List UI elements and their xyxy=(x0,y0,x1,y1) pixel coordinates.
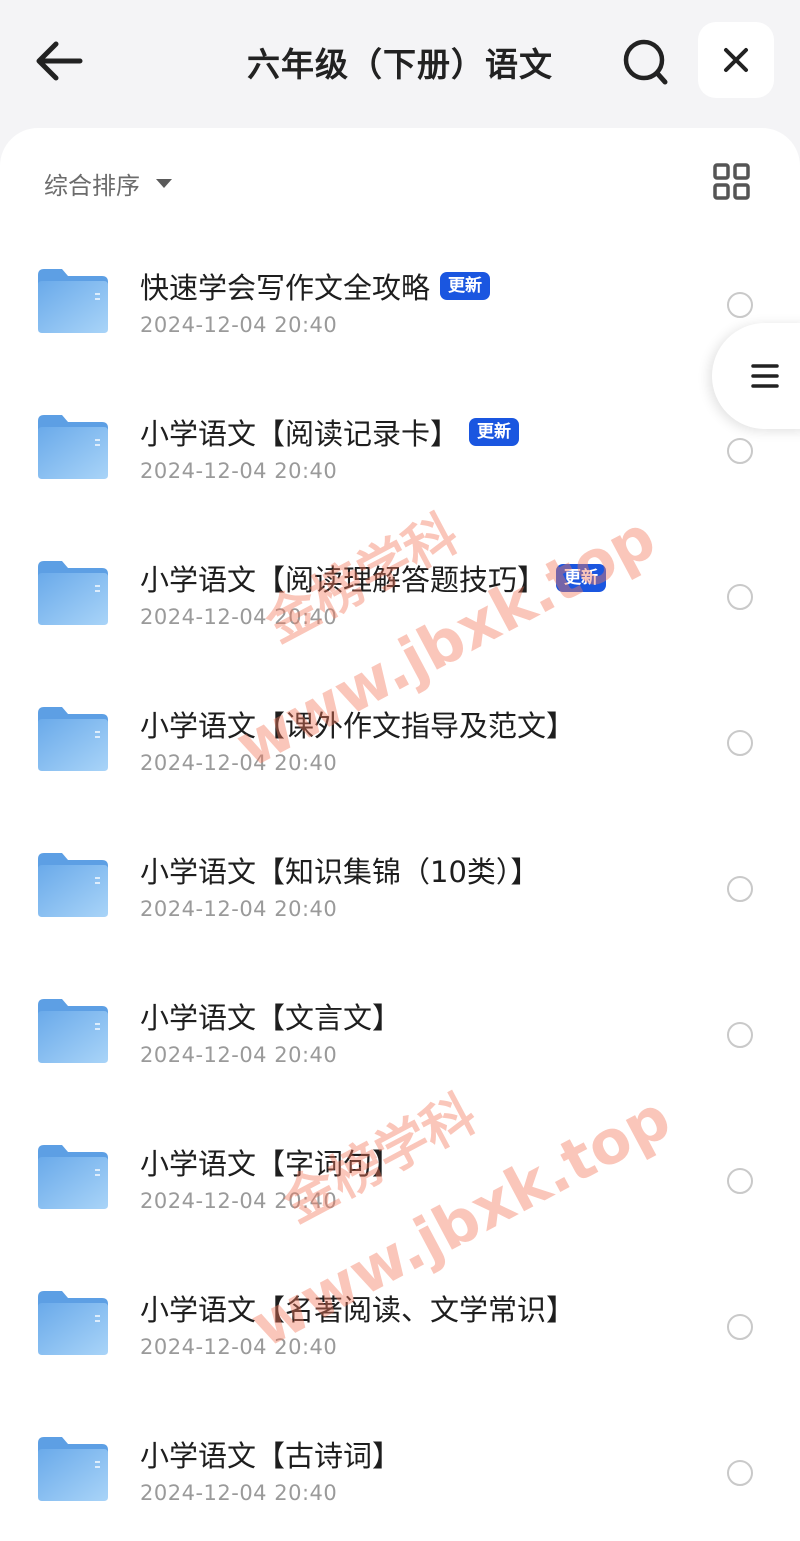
item-title: 小学语文【课外作文指导及范文】 xyxy=(140,709,576,743)
item-title: 小学语文【阅读理解答题技巧】 xyxy=(140,563,547,597)
item-date: 2024-12-04 20:40 xyxy=(140,1335,338,1359)
item-date: 2024-12-04 20:40 xyxy=(140,459,338,483)
update-badge: 更新 xyxy=(469,418,520,446)
file-list-sheet: 综合排序 快速学会写作文全攻略 更新 2024-12-04 20:40 小学语文【阅读… xyxy=(0,128,800,1541)
item-date: 2024-12-04 20:40 xyxy=(140,1043,338,1067)
list-item[interactable]: 小学语文【文言文】 2024-12-04 20:40 xyxy=(0,953,800,1099)
item-title-row: 小学语文【文言文】 xyxy=(140,995,401,1037)
list-item[interactable]: 小学语文【字词句】 2024-12-04 20:40 xyxy=(0,1099,800,1245)
select-radio[interactable] xyxy=(727,1022,753,1048)
folder-icon xyxy=(38,1437,108,1501)
item-title-row: 快速学会写作文全攻略 更新 xyxy=(140,265,491,307)
item-title: 小学语文【字词句】 xyxy=(140,1147,402,1181)
close-button[interactable] xyxy=(698,22,774,98)
item-date: 2024-12-04 20:40 xyxy=(140,1481,338,1505)
list-item[interactable]: 小学语文【古诗词】 2024-12-04 20:40 xyxy=(0,1391,800,1537)
folder-icon xyxy=(38,269,108,333)
item-date: 2024-12-04 20:40 xyxy=(140,605,338,629)
select-radio[interactable] xyxy=(727,1314,753,1340)
search-button[interactable] xyxy=(618,36,674,88)
sort-dropdown[interactable]: 综合排序 xyxy=(44,166,172,200)
app-screen: 六年级（下册）语文 综合排序 快速学会写作文全攻略 更新 2024-12-04 … xyxy=(0,0,800,1541)
folder-icon xyxy=(38,561,108,625)
select-radio[interactable] xyxy=(727,876,753,902)
sort-label: 综合排序 xyxy=(44,171,140,200)
item-date: 2024-12-04 20:40 xyxy=(140,313,338,337)
folder-list: 快速学会写作文全攻略 更新 2024-12-04 20:40 小学语文【阅读记录卡】更… xyxy=(0,223,800,1537)
menu-icon xyxy=(751,364,779,388)
folder-icon xyxy=(38,853,108,917)
list-item[interactable]: 小学语文【名著阅读、文学常识】 2024-12-04 20:40 xyxy=(0,1245,800,1391)
list-item[interactable]: 小学语文【知识集锦（10类）】 2024-12-04 20:40 xyxy=(0,807,800,953)
header: 六年级（下册）语文 xyxy=(0,0,800,130)
grid-view-icon xyxy=(713,163,750,200)
grid-view-button[interactable] xyxy=(712,162,752,202)
list-item[interactable]: 小学语文【阅读理解答题技巧】 更新 2024-12-04 20:40 xyxy=(0,515,800,661)
select-radio[interactable] xyxy=(727,1460,753,1486)
item-title: 小学语文【阅读记录卡】 xyxy=(140,417,460,451)
list-item[interactable]: 快速学会写作文全攻略 更新 2024-12-04 20:40 xyxy=(0,223,800,369)
folder-icon xyxy=(38,1145,108,1209)
update-badge: 更新 xyxy=(440,272,491,300)
close-icon xyxy=(724,48,748,72)
item-title: 小学语文【名著阅读、文学常识】 xyxy=(140,1293,576,1327)
select-radio[interactable] xyxy=(727,438,753,464)
item-title: 小学语文【文言文】 xyxy=(140,1001,402,1035)
item-title-row: 小学语文【名著阅读、文学常识】 xyxy=(140,1287,575,1329)
item-title-row: 小学语文【古诗词】 xyxy=(140,1433,401,1475)
folder-icon xyxy=(38,707,108,771)
search-icon xyxy=(623,39,668,85)
item-title: 小学语文【知识集锦（10类）】 xyxy=(140,855,540,889)
item-date: 2024-12-04 20:40 xyxy=(140,897,338,921)
list-item[interactable]: 小学语文【课外作文指导及范文】 2024-12-04 20:40 xyxy=(0,661,800,807)
item-title-row: 小学语文【知识集锦（10类）】 xyxy=(140,849,539,891)
item-title-row: 小学语文【阅读记录卡】 更新 xyxy=(140,411,520,453)
update-badge: 更新 xyxy=(556,564,607,592)
item-title-row: 小学语文【字词句】 xyxy=(140,1141,401,1183)
item-title-row: 小学语文【课外作文指导及范文】 xyxy=(140,703,575,745)
select-radio[interactable] xyxy=(727,730,753,756)
folder-icon xyxy=(38,1291,108,1355)
page-title: 六年级（下册）语文 xyxy=(247,45,553,84)
item-title: 小学语文【古诗词】 xyxy=(140,1439,402,1473)
caret-down-icon xyxy=(156,178,172,188)
item-date: 2024-12-04 20:40 xyxy=(140,751,338,775)
item-title-row: 小学语文【阅读理解答题技巧】 更新 xyxy=(140,557,607,599)
select-radio[interactable] xyxy=(727,1168,753,1194)
item-title: 快速学会写作文全攻略 xyxy=(140,271,431,305)
item-date: 2024-12-04 20:40 xyxy=(140,1189,338,1213)
folder-icon xyxy=(38,999,108,1063)
select-radio[interactable] xyxy=(727,584,753,610)
select-radio[interactable] xyxy=(727,292,753,318)
list-item[interactable]: 小学语文【阅读记录卡】 更新 2024-12-04 20:40 xyxy=(0,369,800,515)
folder-icon xyxy=(38,415,108,479)
